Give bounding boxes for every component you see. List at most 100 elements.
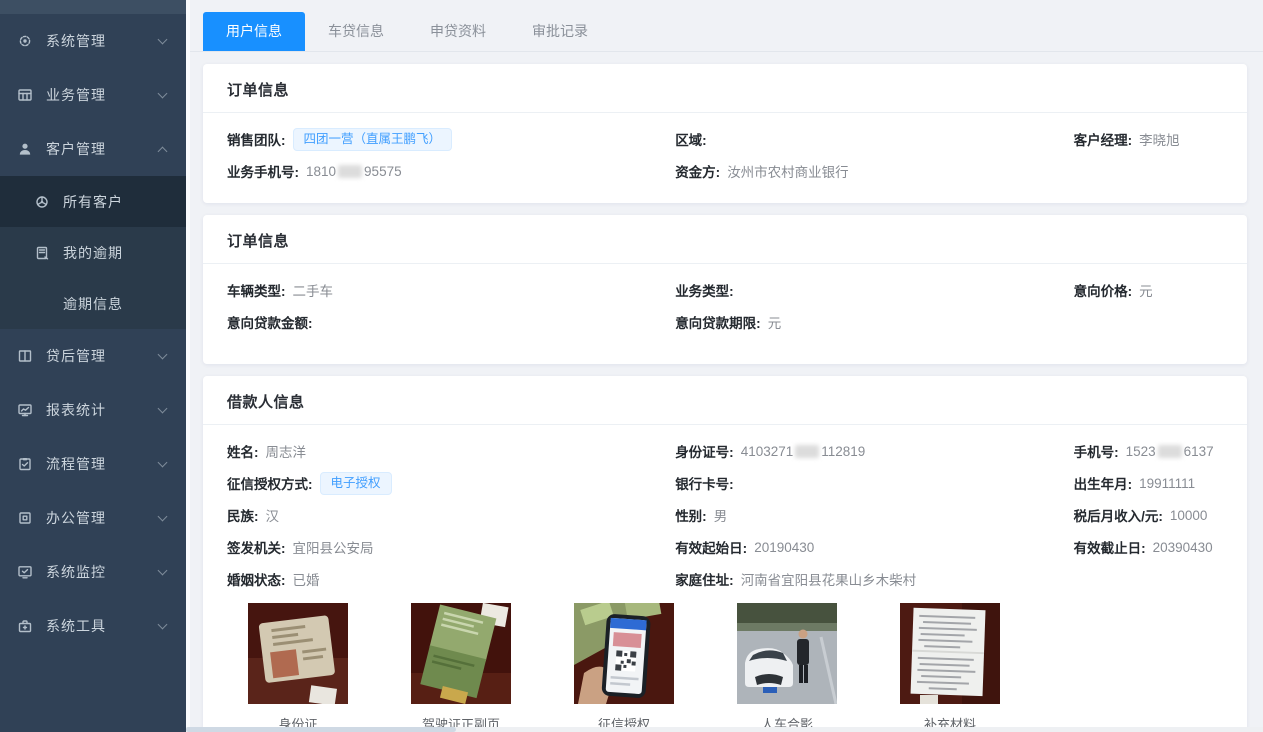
chevron-down-icon xyxy=(158,34,168,44)
card-body: 车辆类型: 二手车 业务类型: 意向价格: 元 意向贷款金额: xyxy=(203,264,1247,364)
field-empty xyxy=(1074,306,1223,338)
sidebar-item-overdue-info[interactable]: 逾期信息 xyxy=(0,278,186,329)
photo-credit-auth-screenshot[interactable]: 征信授权 xyxy=(574,603,674,732)
field-intent-loan-amount: 意向贷款金额: xyxy=(227,306,675,338)
section-title-order-info: 订单信息 xyxy=(203,64,1247,113)
sidebar-item-label: 逾期信息 xyxy=(63,294,123,314)
sales-team-tag[interactable]: 四团一营（直属王鹏飞） xyxy=(293,128,453,151)
notebook-icon xyxy=(33,244,51,262)
field-value: 1810 xyxy=(306,164,336,179)
field-value: 19911111 xyxy=(1139,476,1195,491)
field-empty xyxy=(1074,563,1223,595)
field-value: 二手车 xyxy=(293,280,334,300)
field-credit-auth-method: 征信授权方式: 电子授权 xyxy=(227,467,675,499)
scrollbar-thumb[interactable] xyxy=(186,727,456,732)
person-car-photo-image xyxy=(737,603,837,704)
field-marital-status: 婚姻状态: 已婚 xyxy=(227,563,675,595)
field-row: 姓名: 周志洋 身份证号: 4103271 112819 手机号: 1523 6… xyxy=(227,435,1223,467)
field-issuing-authority: 签发机关: 宜阳县公安局 xyxy=(227,531,675,563)
section-title-order-info: 订单信息 xyxy=(203,215,1247,264)
field-value: 李晓旭 xyxy=(1139,129,1180,149)
field-value: 元 xyxy=(1139,280,1153,300)
grid-icon xyxy=(16,86,34,104)
field-valid-from: 有效起始日: 20190430 xyxy=(675,531,1073,563)
driver-license-photo-image xyxy=(411,603,511,704)
field-label: 有效起始日: xyxy=(675,537,747,557)
photo-person-with-car[interactable]: 人车合影 xyxy=(737,603,837,732)
field-home-address: 家庭住址: 河南省宜阳县花果山乡木柴村 xyxy=(675,563,1073,595)
field-label: 意向贷款金额: xyxy=(227,312,313,332)
field-value: 112819 xyxy=(821,444,865,459)
field-row: 车辆类型: 二手车 业务类型: 意向价格: 元 xyxy=(227,274,1223,306)
redacted-digits xyxy=(338,165,362,178)
toolbox-icon xyxy=(16,617,34,635)
field-intent-loan-term: 意向贷款期限: 元 xyxy=(675,306,1073,338)
tab-loan-application-docs[interactable]: 申贷资料 xyxy=(407,12,509,51)
field-value: 20390430 xyxy=(1153,540,1213,555)
sidebar-item-report-stats[interactable]: 报表统计 xyxy=(0,383,186,437)
field-sales-team: 销售团队: 四团一营（直属王鹏飞） xyxy=(227,123,675,155)
field-birth-date: 出生年月: 19911111 xyxy=(1074,467,1223,499)
field-value: 4103271 xyxy=(741,444,794,459)
photo-driver-license[interactable]: 驾驶证正副页 xyxy=(411,603,511,732)
photo-handwritten-document[interactable]: 补充材料 xyxy=(900,603,1000,732)
chevron-up-icon xyxy=(158,146,168,156)
field-value: 宜阳县公安局 xyxy=(293,537,374,557)
sidebar-item-label: 系统监控 xyxy=(46,562,106,582)
sidebar-item-business-mgmt[interactable]: 业务管理 xyxy=(0,68,186,122)
field-value: 汝州市农村商业银行 xyxy=(727,161,849,181)
chevron-down-icon xyxy=(158,403,168,413)
tab-car-loan-info[interactable]: 车贷信息 xyxy=(305,12,407,51)
field-label: 销售团队: xyxy=(227,129,286,149)
field-value: 周志洋 xyxy=(266,441,307,461)
chevron-down-icon xyxy=(158,88,168,98)
field-label: 客户经理: xyxy=(1074,129,1133,149)
sidebar-item-all-customers[interactable]: 所有客户 xyxy=(0,176,186,227)
section-title-borrower-info: 借款人信息 xyxy=(203,376,1247,425)
redacted-digits xyxy=(795,445,819,458)
field-customer-manager: 客户经理: 李晓旭 xyxy=(1074,123,1223,155)
credit-auth-tag[interactable]: 电子授权 xyxy=(320,472,392,495)
chevron-down-icon xyxy=(158,565,168,575)
tab-user-info[interactable]: 用户信息 xyxy=(203,12,305,51)
redacted-digits xyxy=(1158,445,1182,458)
order-info-card-1: 订单信息 销售团队: 四团一营（直属王鹏飞） 区域: 客户经理: 李晓旭 业务手 xyxy=(203,64,1247,203)
field-label: 民族: xyxy=(227,505,259,525)
chevron-down-icon xyxy=(158,349,168,359)
field-label: 资金方: xyxy=(675,161,720,181)
sidebar-item-label: 业务管理 xyxy=(46,85,106,105)
sidebar-item-system-mgmt[interactable]: 系统管理 xyxy=(0,14,186,68)
handwritten-doc-photo-image xyxy=(900,603,1000,704)
field-value: 元 xyxy=(768,312,782,332)
main-content: 用户信息 车贷信息 申贷资料 审批记录 订单信息 销售团队: 四团一营（直属王鹏… xyxy=(186,0,1263,732)
sidebar-item-system-monitor[interactable]: 系统监控 xyxy=(0,545,186,599)
tab-approval-records[interactable]: 审批记录 xyxy=(509,12,611,51)
chevron-down-icon xyxy=(158,619,168,629)
monitor-check-icon xyxy=(16,563,34,581)
field-valid-to: 有效截止日: 20390430 xyxy=(1074,531,1223,563)
field-value: 95575 xyxy=(364,164,402,179)
field-vehicle-type: 车辆类型: 二手车 xyxy=(227,274,675,306)
field-row: 意向贷款金额: 意向贷款期限: 元 xyxy=(227,306,1223,338)
horizontal-scrollbar[interactable] xyxy=(186,727,1263,732)
field-row: 征信授权方式: 电子授权 银行卡号: 出生年月: 19911111 xyxy=(227,467,1223,499)
photo-id-card[interactable]: 身份证 xyxy=(248,603,348,732)
field-label: 业务手机号: xyxy=(227,161,299,181)
sidebar-scrollbar[interactable] xyxy=(186,0,190,732)
field-label: 出生年月: xyxy=(1074,473,1133,493)
field-row: 销售团队: 四团一营（直属王鹏飞） 区域: 客户经理: 李晓旭 xyxy=(227,123,1223,155)
sidebar-item-customer-mgmt[interactable]: 客户管理 xyxy=(0,122,186,176)
order-info-card-2: 订单信息 车辆类型: 二手车 业务类型: 意向价格: 元 意向贷款金额: xyxy=(203,215,1247,364)
sidebar-item-office-mgmt[interactable]: 办公管理 xyxy=(0,491,186,545)
field-bank-card: 银行卡号: xyxy=(675,467,1073,499)
field-label: 税后月收入/元: xyxy=(1074,505,1163,525)
field-label: 手机号: xyxy=(1074,441,1119,461)
sidebar-item-process-mgmt[interactable]: 流程管理 xyxy=(0,437,186,491)
sidebar-item-postloan-mgmt[interactable]: 贷后管理 xyxy=(0,329,186,383)
field-value: 河南省宜阳县花果山乡木柴村 xyxy=(741,569,917,589)
user-icon xyxy=(16,140,34,158)
field-row: 签发机关: 宜阳县公安局 有效起始日: 20190430 有效截止日: 2039… xyxy=(227,531,1223,563)
sidebar-item-my-overdue[interactable]: 我的逾期 xyxy=(0,227,186,278)
sidebar-item-system-tools[interactable]: 系统工具 xyxy=(0,599,186,653)
field-label: 婚姻状态: xyxy=(227,569,286,589)
